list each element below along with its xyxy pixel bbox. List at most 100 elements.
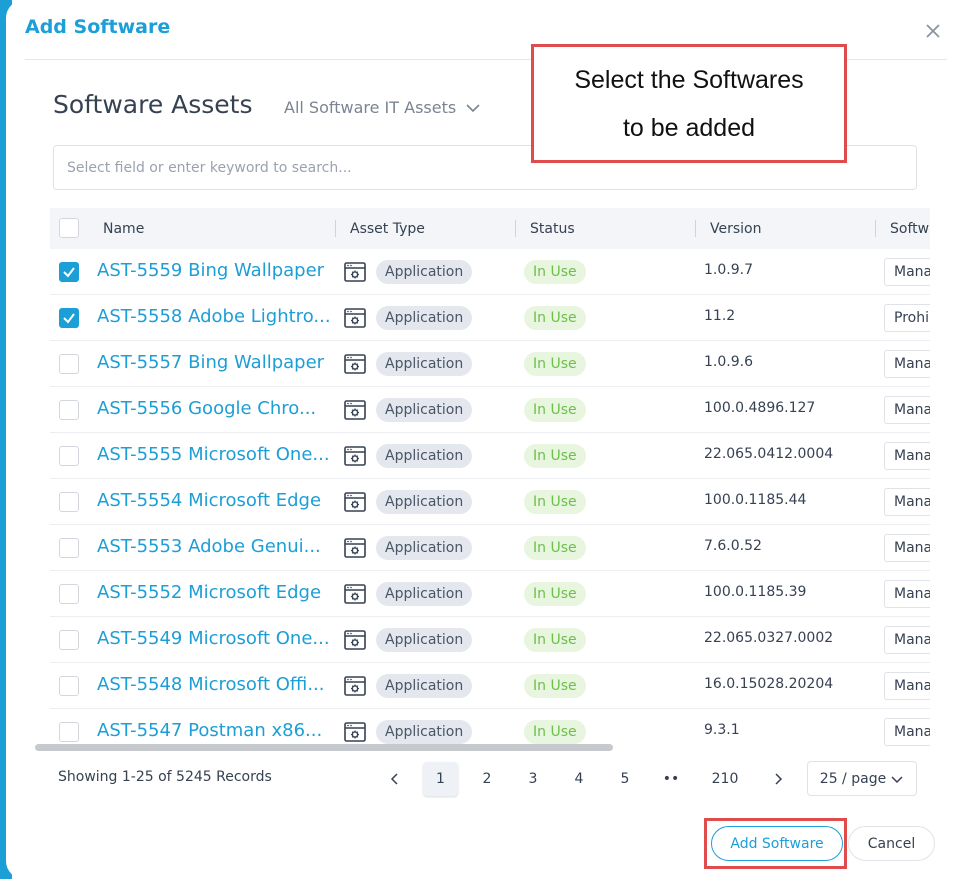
column-header-software-type[interactable]: Softwa (890, 208, 930, 249)
asset-filter-label: All Software IT Assets (284, 98, 457, 117)
status-badge: In Use (524, 720, 586, 744)
table-row[interactable]: AST-5558 Adobe Lightro... Application In U… (50, 295, 930, 341)
records-summary: Showing 1-25 of 5245 Records (58, 769, 272, 785)
asset-name-link[interactable]: AST-5558 Adobe Lightro... (97, 306, 329, 327)
application-window-icon (343, 628, 367, 652)
asset-name-link[interactable]: AST-5549 Microsoft One... (97, 628, 329, 649)
row-checkbox[interactable] (59, 584, 79, 604)
application-window-icon (343, 398, 367, 422)
status-badge: In Use (524, 536, 586, 560)
application-window-icon (343, 720, 367, 744)
version-text: 22.065.0412.0004 (704, 446, 834, 462)
section-title: Software Assets (53, 90, 253, 119)
table-row[interactable]: AST-5556 Google Chro... Application In Use… (50, 387, 930, 433)
page-button-2[interactable]: 2 (472, 762, 502, 796)
next-page-button[interactable] (763, 762, 793, 796)
row-checkbox[interactable] (59, 400, 79, 420)
column-header-version[interactable]: Version (710, 208, 761, 249)
asset-name-link[interactable]: AST-5554 Microsoft Edge (97, 490, 321, 511)
application-window-icon (343, 352, 367, 376)
column-divider (875, 220, 876, 237)
column-header-name[interactable]: Name (103, 208, 144, 249)
table-row[interactable]: AST-5547 Postman x86... Application In Use… (50, 709, 930, 748)
asset-name-link[interactable]: AST-5557 Bing Wallpaper (97, 352, 324, 373)
table-row[interactable]: AST-5559 Bing Wallpaper Application In Use… (50, 249, 930, 295)
table-row[interactable]: AST-5548 Microsoft Offi... Application In … (50, 663, 930, 709)
table-row[interactable]: AST-5554 Microsoft Edge Application In Use… (50, 479, 930, 525)
close-icon (926, 24, 940, 38)
row-checkbox[interactable] (59, 676, 79, 696)
asset-name-link[interactable]: AST-5548 Microsoft Offi... (97, 674, 324, 695)
version-text: 16.0.15028.20204 (704, 676, 834, 692)
software-type-select[interactable]: Mana (884, 258, 930, 286)
page-button-3[interactable]: 3 (518, 762, 548, 796)
application-window-icon (343, 444, 367, 468)
add-button-highlight (704, 818, 847, 869)
version-text: 100.0.1185.39 (704, 584, 807, 600)
chevron-down-icon (466, 103, 480, 112)
close-button[interactable] (922, 20, 944, 42)
row-checkbox[interactable] (59, 492, 79, 512)
version-text: 11.2 (704, 308, 736, 324)
software-type-select[interactable]: Mana (884, 672, 930, 700)
page-size-select[interactable]: 25 / page (807, 761, 917, 796)
version-text: 7.6.0.52 (704, 538, 762, 554)
row-checkbox[interactable] (59, 538, 79, 558)
table-row[interactable]: AST-5553 Adobe Genui... Application In Use… (50, 525, 930, 571)
page-button-1[interactable]: 1 (423, 762, 458, 796)
version-text: 1.0.9.7 (704, 262, 753, 278)
application-window-icon (343, 306, 367, 330)
software-type-select[interactable]: Mana (884, 488, 930, 516)
page-button-5[interactable]: 5 (610, 762, 640, 796)
row-checkbox[interactable] (59, 446, 79, 466)
row-checkbox[interactable] (59, 630, 79, 650)
asset-name-link[interactable]: AST-5559 Bing Wallpaper (97, 260, 324, 281)
table-row[interactable]: AST-5557 Bing Wallpaper Application In Use… (50, 341, 930, 387)
status-badge: In Use (524, 582, 586, 606)
table-row[interactable]: AST-5549 Microsoft One... Application In U… (50, 617, 930, 663)
software-type-select[interactable]: Mana (884, 626, 930, 654)
page-button-4[interactable]: 4 (564, 762, 594, 796)
status-badge: In Use (524, 306, 586, 330)
software-type-select[interactable]: Mana (884, 718, 930, 746)
asset-type-badge: Application (376, 536, 473, 560)
annotation-line-1: Select the Softwares (574, 65, 804, 94)
column-header-status[interactable]: Status (530, 208, 575, 249)
asset-filter-dropdown[interactable]: All Software IT Assets (284, 98, 482, 117)
application-window-icon (343, 490, 367, 514)
version-text: 100.0.4896.127 (704, 400, 816, 416)
row-checkbox[interactable] (59, 722, 79, 742)
asset-name-link[interactable]: AST-5556 Google Chro... (97, 398, 316, 419)
status-badge: In Use (524, 490, 586, 514)
software-type-select[interactable]: Mana (884, 396, 930, 424)
page-ellipsis[interactable]: •• (656, 762, 686, 796)
software-type-select[interactable]: Mana (884, 442, 930, 470)
asset-name-link[interactable]: AST-5555 Microsoft One... (97, 444, 329, 465)
asset-type-badge: Application (376, 582, 473, 606)
search-placeholder: Select field or enter keyword to search.… (67, 159, 352, 176)
asset-name-link[interactable]: AST-5552 Microsoft Edge (97, 582, 321, 603)
application-window-icon (343, 536, 367, 560)
table-row[interactable]: AST-5555 Microsoft One... Application In U… (50, 433, 930, 479)
asset-type-badge: Application (376, 306, 473, 330)
cancel-button[interactable]: Cancel (848, 826, 935, 861)
select-all-checkbox[interactable] (59, 218, 79, 238)
asset-type-badge: Application (376, 444, 473, 468)
prev-page-button[interactable] (380, 762, 410, 796)
modal-title: Add Software (25, 16, 171, 38)
software-type-select[interactable]: Mana (884, 580, 930, 608)
page-button-210[interactable]: 210 (705, 762, 745, 796)
column-header-asset-type[interactable]: Asset Type (350, 208, 425, 249)
asset-name-link[interactable]: AST-5553 Adobe Genui... (97, 536, 321, 557)
horizontal-scrollbar[interactable] (35, 744, 613, 751)
table-row[interactable]: AST-5552 Microsoft Edge Application In Use… (50, 571, 930, 617)
row-checkbox[interactable] (59, 354, 79, 374)
software-type-select[interactable]: Mana (884, 534, 930, 562)
status-badge: In Use (524, 352, 586, 376)
row-checkbox[interactable] (59, 308, 79, 328)
software-type-select[interactable]: Prohi (884, 304, 930, 332)
software-type-select[interactable]: Mana (884, 350, 930, 378)
status-badge: In Use (524, 398, 586, 422)
row-checkbox[interactable] (59, 262, 79, 282)
asset-name-link[interactable]: AST-5547 Postman x86... (97, 720, 322, 741)
